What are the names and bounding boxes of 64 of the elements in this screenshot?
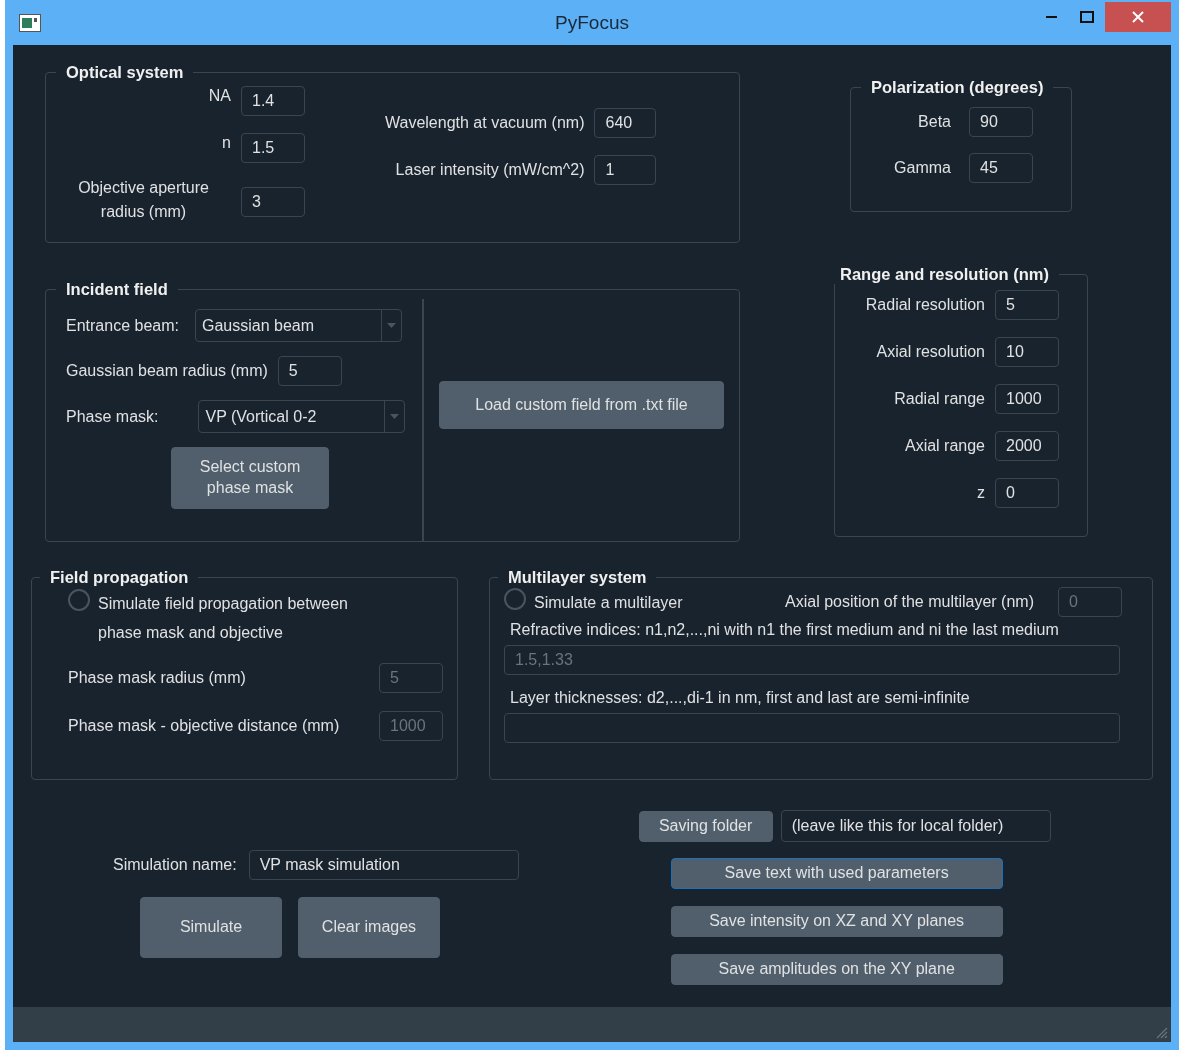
dropdown[interactable]: VP (Vortical 0-2 [198, 400, 406, 433]
minimize-icon [1045, 15, 1057, 19]
group-title: Range and resolution (nm) [839, 265, 1050, 284]
field-label: Entrance beam: [66, 316, 179, 335]
field-label: Layer thicknesses: d2,...,di-1 in nm, first and last are semi-infinite [510, 689, 971, 707]
input-field[interactable]: 10 [995, 337, 1059, 367]
app-icon [19, 13, 41, 32]
field-label: Simulation name: [113, 856, 237, 874]
window-title: PyFocus [555, 11, 629, 34]
field-label: Wavelength at vacuum (nm) [385, 114, 585, 132]
field-label: Objective aperture radius (mm) [77, 178, 210, 222]
caret-icon [386, 323, 396, 328]
field-label: Beta [918, 113, 951, 131]
field-label: NA [207, 86, 231, 106]
input-field[interactable]: 3 [241, 187, 305, 217]
input-field[interactable]: (leave like this for local folder) [780, 810, 1051, 842]
save-button[interactable]: Save amplitudes on the XY plane [670, 954, 1003, 985]
save-button[interactable]: Save text with used parameters [670, 858, 1003, 889]
field-label: Laser intensity (mW/cm^2) [395, 161, 585, 179]
radio-option[interactable]: Simulate a multilayer [504, 587, 683, 617]
radio-option[interactable]: Simulate field propagation between phase mask and objective [68, 589, 443, 647]
save-button[interactable]: Save intensity on XZ and XY planes [670, 906, 1003, 937]
input-field[interactable]: 640 [594, 108, 657, 138]
resize-grip-icon [1154, 1025, 1168, 1039]
field-label: Axial position of the multilayer (nm) [785, 593, 1034, 611]
field-label: Phase mask: [66, 407, 159, 426]
input-field[interactable]: 1000 [995, 384, 1059, 414]
group-title: Field propagation [49, 568, 190, 587]
input-field[interactable]: 45 [969, 153, 1033, 183]
group-title: Incident field [65, 280, 169, 299]
field-label: Phase mask - objective distance (mm) [68, 717, 341, 735]
field-label: Gaussian beam radius (mm) [66, 362, 268, 380]
load-field-button[interactable]: Load custom field from .txt file [439, 381, 724, 429]
input-field[interactable] [504, 713, 1120, 743]
field-label: Axial resolution [876, 343, 985, 361]
input-field[interactable]: 1 [594, 155, 657, 185]
group-title: Polarization (degrees) [870, 78, 1045, 97]
field-label: Radial range [894, 390, 985, 408]
simulate-button[interactable]: Simulate [140, 897, 282, 958]
close-icon [1132, 11, 1144, 23]
input-field[interactable]: 5 [995, 290, 1059, 320]
field-label: Refractive indices: n1,n2,...,ni with n1 the first medium and ni the last medium [510, 621, 1060, 639]
field-label: Phase mask radius (mm) [68, 669, 247, 687]
saving-folder-button[interactable]: Saving folder [638, 810, 773, 842]
input-field[interactable]: 90 [969, 107, 1033, 137]
maximize-icon [1080, 11, 1094, 23]
clear-images-button[interactable]: Clear images [298, 897, 440, 958]
caret-icon [390, 414, 400, 419]
select-phase-mask-button[interactable]: Select custom phase mask [171, 447, 329, 509]
input-field[interactable]: 5 [277, 356, 342, 386]
close-button[interactable] [1105, 2, 1171, 32]
input-field[interactable]: 0 [995, 478, 1059, 508]
dropdown[interactable]: Gaussian beam [194, 309, 402, 342]
input-field[interactable]: 1.5 [241, 133, 305, 163]
field-label: Gamma [894, 159, 951, 177]
group-title: Multilayer system [507, 568, 648, 587]
group-title: Optical system [65, 63, 185, 82]
input-field[interactable]: VP mask simulation [248, 850, 519, 880]
input-field[interactable]: 2000 [995, 431, 1059, 461]
input-field[interactable]: 1.4 [241, 86, 305, 116]
field-label: Axial range [904, 437, 985, 455]
field-label: n [221, 133, 231, 153]
field-label: Radial resolution [865, 296, 985, 314]
field-label: z [977, 484, 985, 502]
